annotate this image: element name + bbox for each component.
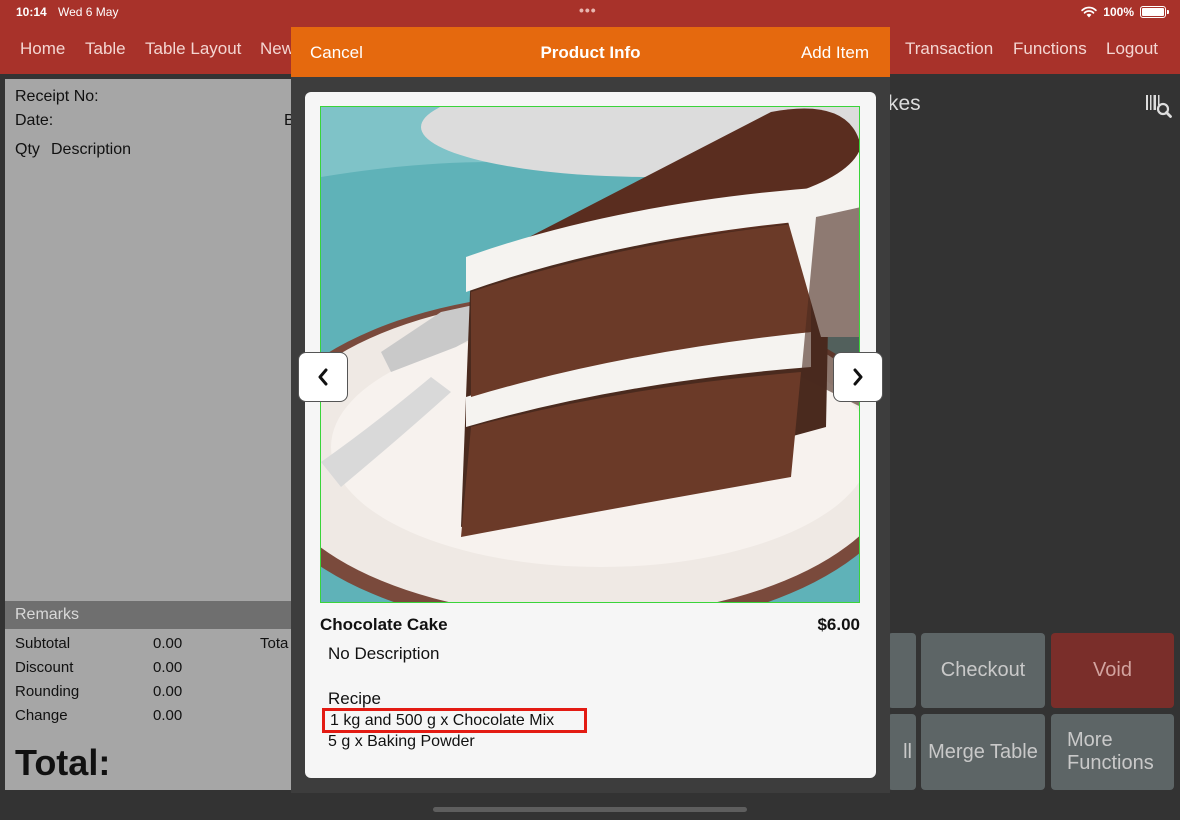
category-title: kes <box>888 92 921 115</box>
nav-table[interactable]: Table <box>85 39 126 59</box>
change-label: Change <box>15 707 68 724</box>
nav-logout[interactable]: Logout <box>1106 39 1158 59</box>
nav-transaction[interactable]: Transaction <box>905 39 993 59</box>
subtotal-value: 0.00 <box>153 635 183 652</box>
product-name: Chocolate Cake <box>320 615 448 634</box>
receipt-date-label: Date: <box>15 112 54 129</box>
home-indicator[interactable] <box>433 807 747 812</box>
more-functions-button[interactable]: More Functions <box>1051 714 1174 790</box>
battery-icon <box>1140 6 1169 18</box>
void-button[interactable]: Void <box>1051 633 1174 708</box>
checkout-label: Checkout <box>940 659 1026 681</box>
nav-new[interactable]: New <box>260 39 294 59</box>
total-partial-label: Tota <box>260 635 289 652</box>
chevron-right-icon <box>853 368 863 386</box>
discount-label: Discount <box>15 659 74 676</box>
rounding-value: 0.00 <box>153 683 183 700</box>
product-price: $6.00 <box>817 615 860 634</box>
checkout-button[interactable]: Checkout <box>921 633 1045 708</box>
product-image <box>320 106 860 603</box>
wifi-icon <box>1081 6 1097 18</box>
remarks-bar[interactable]: Remarks <box>5 601 305 629</box>
discount-value: 0.00 <box>153 659 183 676</box>
battery-percent: 100% <box>1103 5 1134 19</box>
status-date: Wed 6 May <box>58 5 119 19</box>
partial-action-button[interactable] <box>888 633 916 708</box>
change-value: 0.00 <box>153 707 183 724</box>
partial-bill-button[interactable]: ll <box>888 714 916 790</box>
more-functions-label: More Functions <box>1067 729 1154 774</box>
recipe-item: 5 g x Baking Powder <box>328 733 475 750</box>
multitask-dots-icon[interactable]: ••• <box>579 2 597 18</box>
description-column-header: Description <box>51 141 132 158</box>
modal-header: Cancel Product Info Add Item <box>291 27 890 77</box>
recipe-heading: Recipe <box>328 689 381 708</box>
add-item-button[interactable]: Add Item <box>801 43 869 63</box>
status-time: 10:14 <box>16 5 47 19</box>
next-product-button[interactable] <box>833 352 883 402</box>
barcode-search-icon[interactable] <box>1146 94 1172 118</box>
partial-bill-label: ll <box>903 740 912 763</box>
merge-table-label: Merge Table <box>928 740 1038 763</box>
receipt-no-label: Receipt No: <box>15 88 99 105</box>
qty-column-header: Qty <box>15 141 40 158</box>
remarks-label: Remarks <box>15 606 80 623</box>
product-description: No Description <box>328 644 440 663</box>
void-label: Void <box>1093 659 1132 681</box>
previous-product-button[interactable] <box>298 352 348 402</box>
chevron-left-icon <box>318 368 328 386</box>
nav-home[interactable]: Home <box>20 39 65 59</box>
cake-illustration <box>321 107 859 602</box>
merge-table-button[interactable]: Merge Table <box>921 714 1045 790</box>
rounding-label: Rounding <box>15 683 80 700</box>
status-right: 100% <box>1081 5 1169 19</box>
subtotal-label: Subtotal <box>15 635 71 652</box>
nav-table-layout[interactable]: Table Layout <box>145 39 241 59</box>
recipe-item-highlighted: 1 kg and 500 g x Chocolate Mix <box>322 708 587 733</box>
total-label: Total: <box>15 742 111 783</box>
nav-functions[interactable]: Functions <box>1013 39 1087 59</box>
